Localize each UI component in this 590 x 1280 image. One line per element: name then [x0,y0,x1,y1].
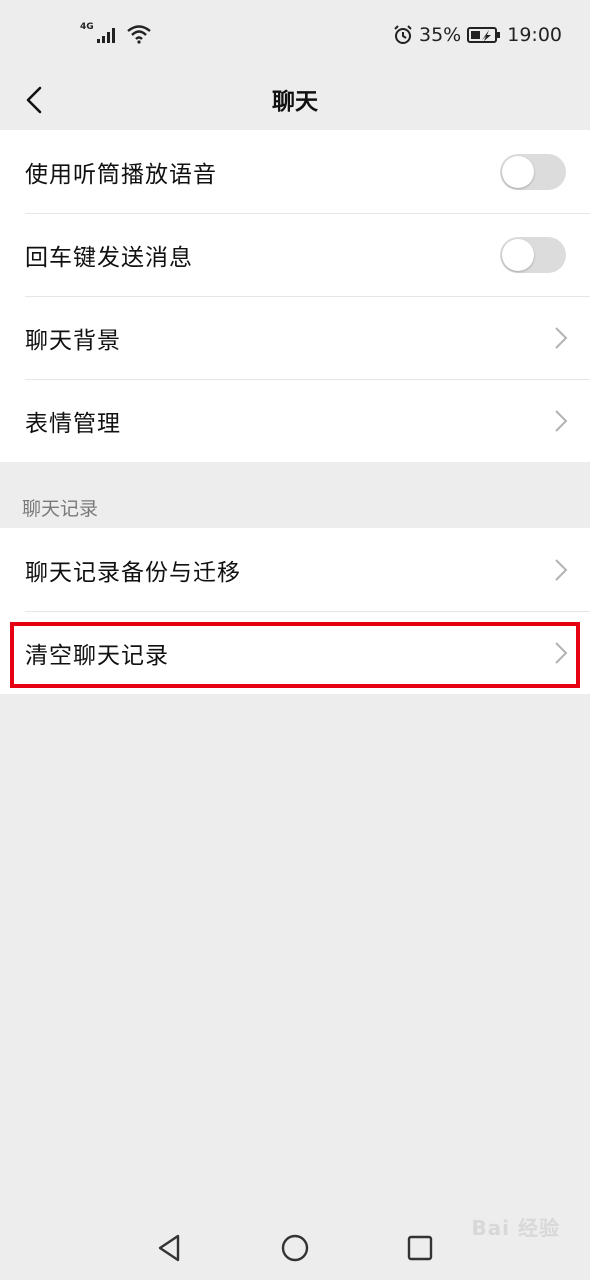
setting-label: 聊天背景 [25,327,121,354]
chat-settings-screen: 4G 35% 19:00 聊天 使用听筒播放语音 回车键发送消息 聊天背景 表情… [0,0,590,1280]
status-right: 35% 19:00 [393,24,562,46]
chevron-right-icon [555,559,568,581]
chevron-right-icon [555,410,568,432]
status-left: 4G [80,22,152,44]
enter-to-send-toggle[interactable] [500,237,566,273]
back-triangle-icon[interactable] [152,1230,188,1266]
nav-bar: 聊天 [0,72,590,130]
toggle-knob [502,156,534,188]
alarm-icon [394,25,412,44]
section-header-chat-history: 聊天记录 [22,498,99,520]
setting-label: 回车键发送消息 [25,244,193,271]
setting-label: 使用听筒播放语音 [25,161,217,188]
setting-chat-background[interactable]: 聊天背景 [0,296,590,379]
chevron-right-icon [555,327,568,349]
network-type: 4G [80,22,94,32]
recents-square-icon[interactable] [402,1230,438,1266]
clock: 19:00 [507,24,562,46]
receiver-playback-toggle[interactable] [500,154,566,190]
setting-backup-migrate[interactable]: 聊天记录备份与迁移 [0,528,590,611]
toggle-knob [502,239,534,271]
setting-label: 表情管理 [25,410,121,437]
status-bar: 4G 35% 19:00 [0,0,590,72]
page-title: 聊天 [272,89,318,115]
setting-enter-to-send: 回车键发送消息 [0,213,590,296]
home-circle-icon[interactable] [277,1230,313,1266]
wifi-icon [126,25,151,44]
signal-icon [96,28,115,43]
settings-group-general: 使用听筒播放语音 回车键发送消息 聊天背景 表情管理 [0,130,590,462]
setting-label: 聊天记录备份与迁移 [25,559,241,586]
battery-icon [467,27,501,43]
battery-percent: 35% [419,24,462,46]
highlight-box [10,622,580,688]
setting-receiver-playback: 使用听筒播放语音 [0,130,590,213]
watermark: Bai 经验 [471,1216,560,1240]
setting-sticker-management[interactable]: 表情管理 [0,379,590,462]
